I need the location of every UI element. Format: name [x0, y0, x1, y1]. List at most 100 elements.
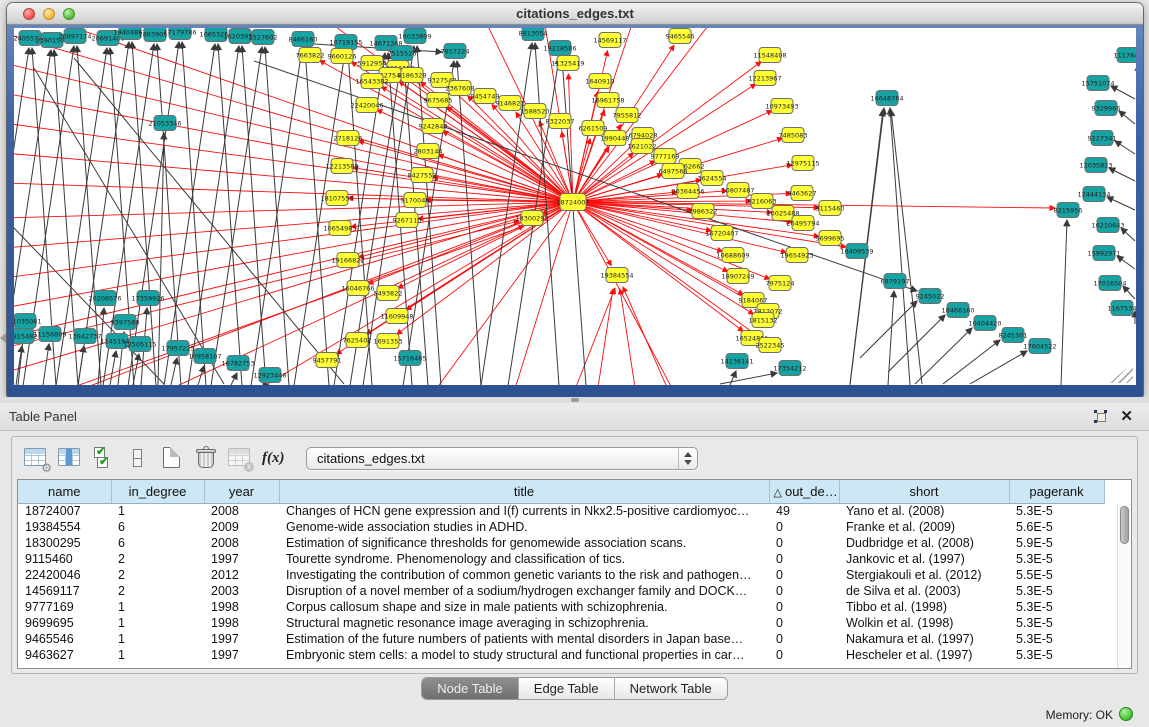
window-titlebar[interactable]: citations_edges.txt — [7, 3, 1143, 25]
table-settings-icon[interactable]: ⚙ — [22, 444, 50, 472]
graph-node[interactable]: 7857224 — [441, 44, 470, 59]
graph-node[interactable]: 7955812 — [613, 108, 642, 123]
graph-node[interactable]: 19166822 — [331, 253, 364, 268]
graph-node[interactable]: 19384554 — [600, 268, 633, 283]
table-row[interactable]: 977716911998Corpus callosum shape and si… — [18, 599, 1104, 615]
graph-node[interactable]: 19654923 — [780, 248, 813, 263]
graph-node[interactable]: 7975124 — [766, 276, 795, 291]
graph-node[interactable]: 1621022 — [628, 139, 657, 154]
column-visibility-icon[interactable] — [56, 444, 84, 472]
graph-node[interactable]: 9245022 — [916, 289, 945, 304]
table-row[interactable]: 1872400712008Changes of HCN gene express… — [18, 503, 1104, 519]
graph-node[interactable]: 1588520 — [521, 104, 550, 119]
graph-node[interactable]: 5493822 — [374, 286, 403, 301]
graph-node[interactable]: 7515526 — [388, 46, 417, 61]
graph-node[interactable]: 6497568 — [659, 164, 688, 179]
table-row[interactable]: 969969511998Structural magnetic resonanc… — [18, 615, 1104, 631]
graph-node[interactable]: 3624554 — [698, 171, 727, 186]
select-rows-icon[interactable] — [90, 444, 118, 472]
graph-node[interactable]: 1640910 — [586, 74, 615, 89]
graph-node[interactable]: 9675685 — [424, 93, 453, 108]
tab-node-table[interactable]: Node Table — [422, 678, 519, 699]
column-header-out_de[interactable]: △out_de… — [769, 480, 839, 503]
graph-node[interactable]: 1167534 — [1108, 301, 1136, 316]
graph-node[interactable]: 9457791 — [313, 353, 342, 368]
graph-node[interactable]: 12035823 — [1079, 158, 1112, 173]
graph-node[interactable]: 15992971 — [1087, 246, 1120, 261]
graph-node[interactable]: 9465546 — [666, 29, 695, 44]
graph-node[interactable]: 17604522 — [1023, 339, 1056, 354]
graph-node[interactable]: 18466160 — [941, 303, 974, 318]
graph-node[interactable]: 8813054 — [519, 28, 548, 41]
graph-node[interactable]: 16961758 — [591, 93, 624, 108]
graph-node[interactable]: 11548408 — [753, 48, 786, 63]
network-canvas[interactable]: 2405572423901504208971742069140619404867… — [14, 28, 1136, 385]
graph-node[interactable]: 7625402 — [343, 333, 372, 348]
graph-node[interactable]: 9170046 — [401, 193, 430, 208]
graph-node[interactable]: 8186328 — [398, 68, 427, 83]
graph-node[interactable]: 16648784 — [870, 91, 903, 106]
column-header-title[interactable]: title — [279, 480, 769, 503]
graph-node[interactable]: 1117842 — [1114, 48, 1136, 63]
graph-node[interactable]: 2522345 — [756, 338, 785, 353]
graph-node[interactable]: 11609948 — [380, 309, 413, 324]
graph-node[interactable]: 6879197 — [881, 274, 910, 289]
graph-node[interactable]: 2803144 — [414, 144, 443, 159]
graph-node[interactable]: 21053346 — [148, 116, 181, 131]
tab-network-table[interactable]: Network Table — [615, 678, 727, 699]
graph-node[interactable]: 9227341 — [1088, 131, 1117, 146]
graph-node[interactable]: 6216063 — [748, 194, 777, 209]
table-row[interactable]: 946362711997Embryonic stem cells: a mode… — [18, 647, 1104, 663]
graph-node[interactable]: 18107553 — [320, 191, 353, 206]
column-header-name[interactable]: name — [18, 480, 111, 503]
function-fx-icon[interactable]: f(x) — [260, 444, 288, 472]
graph-node[interactable]: 18724007 — [556, 194, 589, 211]
graph-node[interactable]: 9463627 — [788, 186, 817, 201]
panel-collapse-arrow-icon[interactable] — [0, 333, 6, 343]
graph-node[interactable]: 8245301 — [999, 328, 1028, 343]
graph-node[interactable]: 1815132 — [749, 313, 778, 328]
table-row[interactable]: 1938455462009Genome-wide association stu… — [18, 519, 1104, 535]
graph-node[interactable]: 7986322 — [689, 204, 718, 219]
graph-node[interactable]: 9267110 — [393, 213, 422, 228]
graph-node[interactable]: 1990448 — [601, 131, 630, 146]
memory-status-icon[interactable] — [1119, 707, 1133, 721]
table-select-dropdown[interactable]: citations_edges.txt — [306, 447, 698, 470]
graph-node[interactable]: 16782753 — [221, 356, 254, 371]
graph-node[interactable]: 14136141 — [720, 354, 753, 369]
graph-node[interactable]: 8215956 — [1054, 203, 1083, 218]
graph-node[interactable]: 19218586 — [543, 41, 576, 56]
graph-node[interactable]: 10719155 — [329, 35, 362, 50]
table-row[interactable]: 1456911722003Disruption of a novel membe… — [18, 583, 1104, 599]
table-row[interactable]: 2242004622012Investigating the contribut… — [18, 567, 1104, 583]
table-scrollbar[interactable] — [1117, 504, 1131, 668]
graph-node[interactable]: 9242848 — [419, 119, 448, 134]
graph-node[interactable]: 12444134 — [1077, 187, 1110, 202]
close-panel-icon[interactable]: ✕ — [1120, 407, 1133, 425]
row-height-icon[interactable] — [124, 444, 152, 472]
graph-node[interactable]: 2718126 — [334, 131, 363, 146]
delete-trash-icon[interactable] — [192, 444, 220, 472]
graph-node[interactable]: 8427552 — [408, 168, 437, 183]
graph-node[interactable]: 9660126 — [328, 49, 357, 64]
graph-node[interactable]: 11325419 — [551, 56, 584, 71]
graph-node[interactable]: 16210643 — [1091, 218, 1124, 233]
graph-node[interactable]: 7663822 — [296, 48, 325, 63]
graph-node[interactable]: 20364456 — [671, 184, 704, 199]
column-header-year[interactable]: year — [204, 480, 279, 503]
graph-node[interactable]: 12213967 — [748, 71, 781, 86]
new-file-icon[interactable] — [158, 444, 186, 472]
float-window-icon[interactable] — [1094, 410, 1107, 423]
table-row[interactable]: 911546021997Tourette syndrome. Phenomeno… — [18, 551, 1104, 567]
graph-node[interactable]: 9329966 — [1092, 101, 1121, 116]
graph-node[interactable]: 8322037 — [546, 114, 575, 129]
splitter-handle-icon[interactable] — [571, 398, 579, 402]
table-row[interactable]: 1830029562008Estimation of significance … — [18, 535, 1104, 551]
graph-node[interactable]: 15716485 — [393, 351, 426, 366]
graph-node[interactable]: 14569117 — [593, 33, 626, 48]
column-header-short[interactable]: short — [839, 480, 1009, 503]
scrollbar-thumb[interactable] — [1120, 506, 1129, 544]
graph-node[interactable]: 8466160 — [289, 32, 318, 47]
tab-edge-table[interactable]: Edge Table — [519, 678, 615, 699]
graph-node[interactable]: 12923448 — [253, 368, 286, 383]
